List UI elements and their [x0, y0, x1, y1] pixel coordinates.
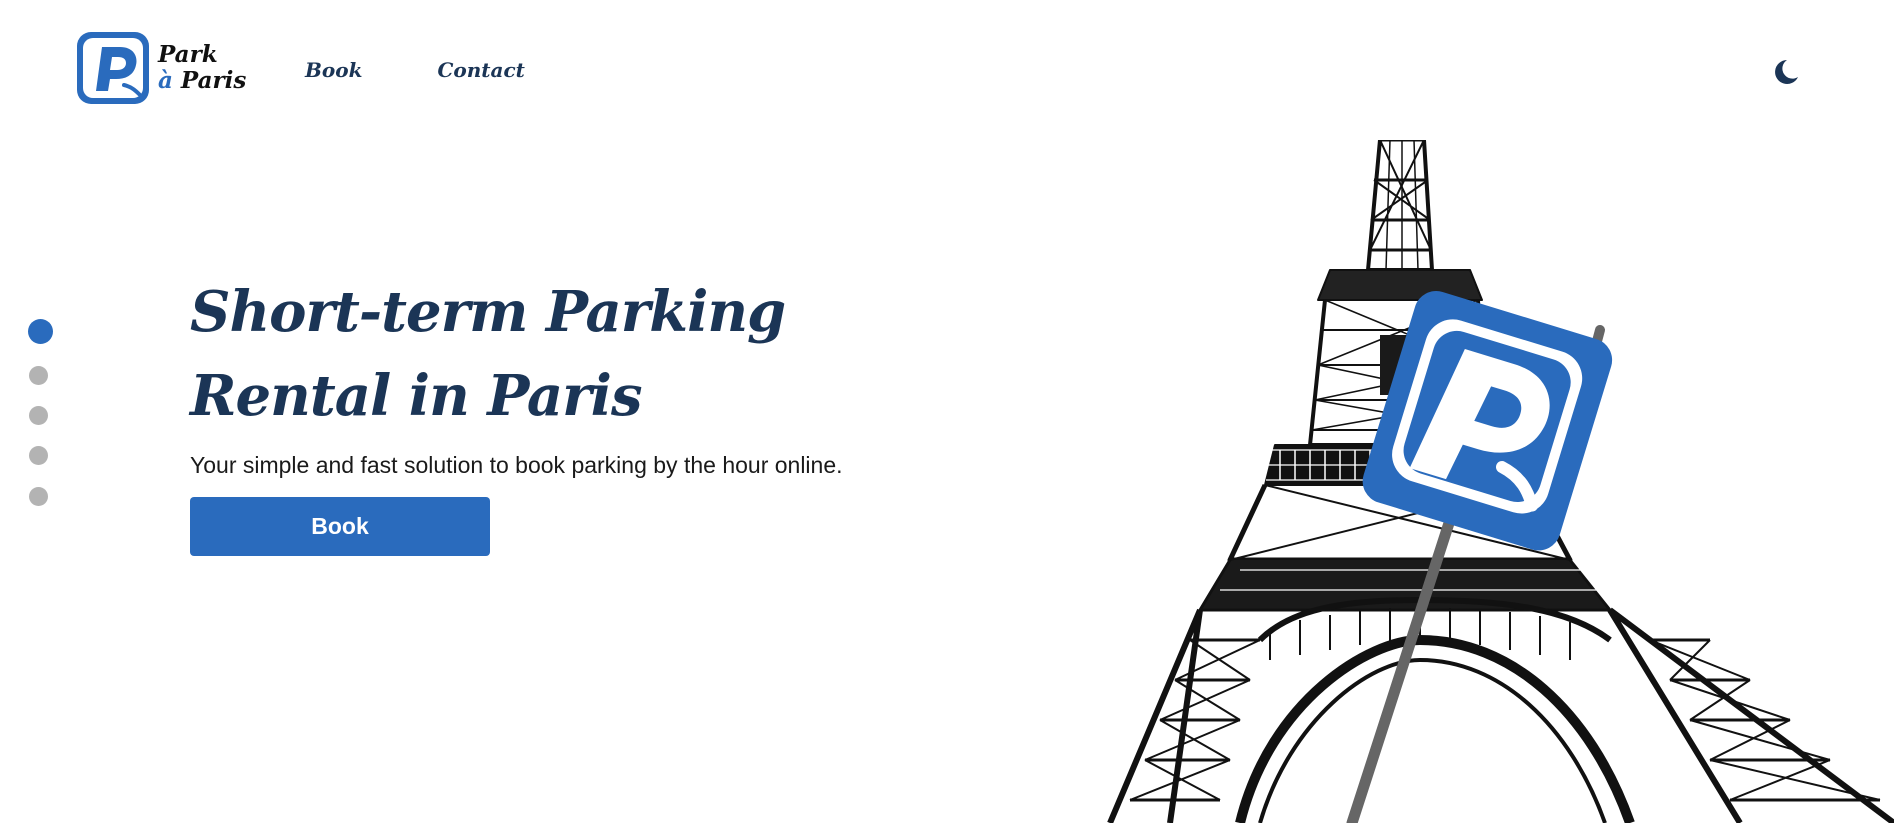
logo-name-line2: à Paris [158, 68, 246, 94]
slider-dot-1[interactable] [28, 319, 53, 344]
logo-accent: à [158, 67, 173, 94]
site-header: Park à Paris Book Contact [0, 0, 1894, 140]
page: Park à Paris Book Contact Short-term Par… [0, 0, 1894, 823]
slider-dot-4[interactable] [29, 446, 48, 465]
nav-item-book[interactable]: Book [305, 58, 362, 82]
parking-sign-icon [1362, 291, 1613, 551]
hero-subtitle: Your simple and fast solution to book pa… [190, 452, 843, 478]
hero-title: Short-term Parking Rental in Paris [190, 279, 786, 429]
slider-dot-3[interactable] [29, 406, 48, 425]
logo-city: Paris [180, 67, 247, 94]
main-nav: Book Contact [305, 58, 600, 82]
logo-parking-icon [77, 32, 149, 104]
eiffel-tower-illustration [1107, 140, 1894, 823]
book-button[interactable]: Book [190, 497, 490, 556]
logo-text: Park à Paris [158, 42, 246, 94]
logo-name-line1: Park [158, 41, 218, 68]
slider-dot-2[interactable] [29, 366, 48, 385]
logo-link[interactable]: Park à Paris [74, 29, 246, 107]
moon-icon[interactable] [1770, 57, 1800, 87]
slider-dot-5[interactable] [29, 487, 48, 506]
nav-item-contact[interactable]: Contact [437, 58, 524, 82]
